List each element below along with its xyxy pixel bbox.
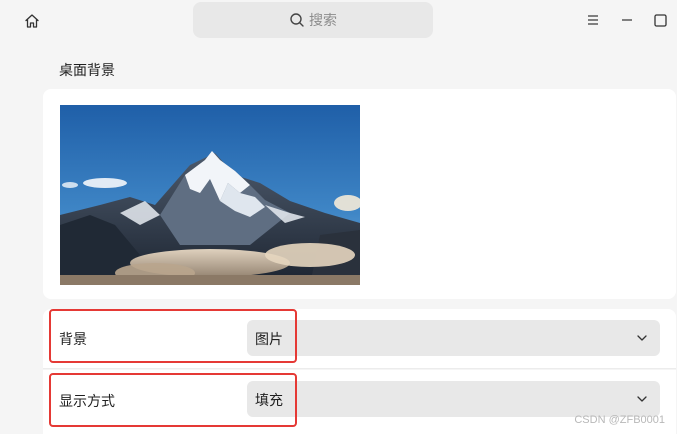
wallpaper-card	[43, 89, 676, 299]
wallpaper-preview[interactable]	[60, 105, 360, 285]
menu-button[interactable]	[584, 11, 602, 29]
search-placeholder: 搜索	[309, 13, 337, 29]
chevron-down-icon	[637, 335, 647, 341]
minimize-button[interactable]	[618, 11, 636, 29]
row-divider	[43, 368, 676, 369]
settings-window: 搜索 桌面背景 背景 图片 显示方式 填充 CSDN @ZFB0001	[0, 0, 677, 434]
annotation-highlight-box	[49, 309, 297, 363]
maximize-button[interactable]	[651, 11, 669, 29]
background-type-select[interactable]: 图片	[247, 320, 660, 356]
mountain-wallpaper-image	[60, 105, 360, 285]
menu-icon	[588, 15, 598, 25]
chevron-down-icon	[637, 396, 647, 402]
home-button[interactable]	[22, 11, 42, 31]
section-title: 桌面背景	[59, 63, 115, 79]
maximize-icon	[653, 13, 667, 27]
watermark: CSDN @ZFB0001	[574, 414, 665, 426]
home-icon	[25, 14, 39, 28]
display-mode-select[interactable]: 填充	[247, 381, 660, 417]
annotation-highlight-box	[49, 373, 297, 427]
search-input[interactable]: 搜索	[193, 2, 433, 38]
search-icon	[290, 13, 304, 27]
minimize-icon	[622, 19, 632, 21]
